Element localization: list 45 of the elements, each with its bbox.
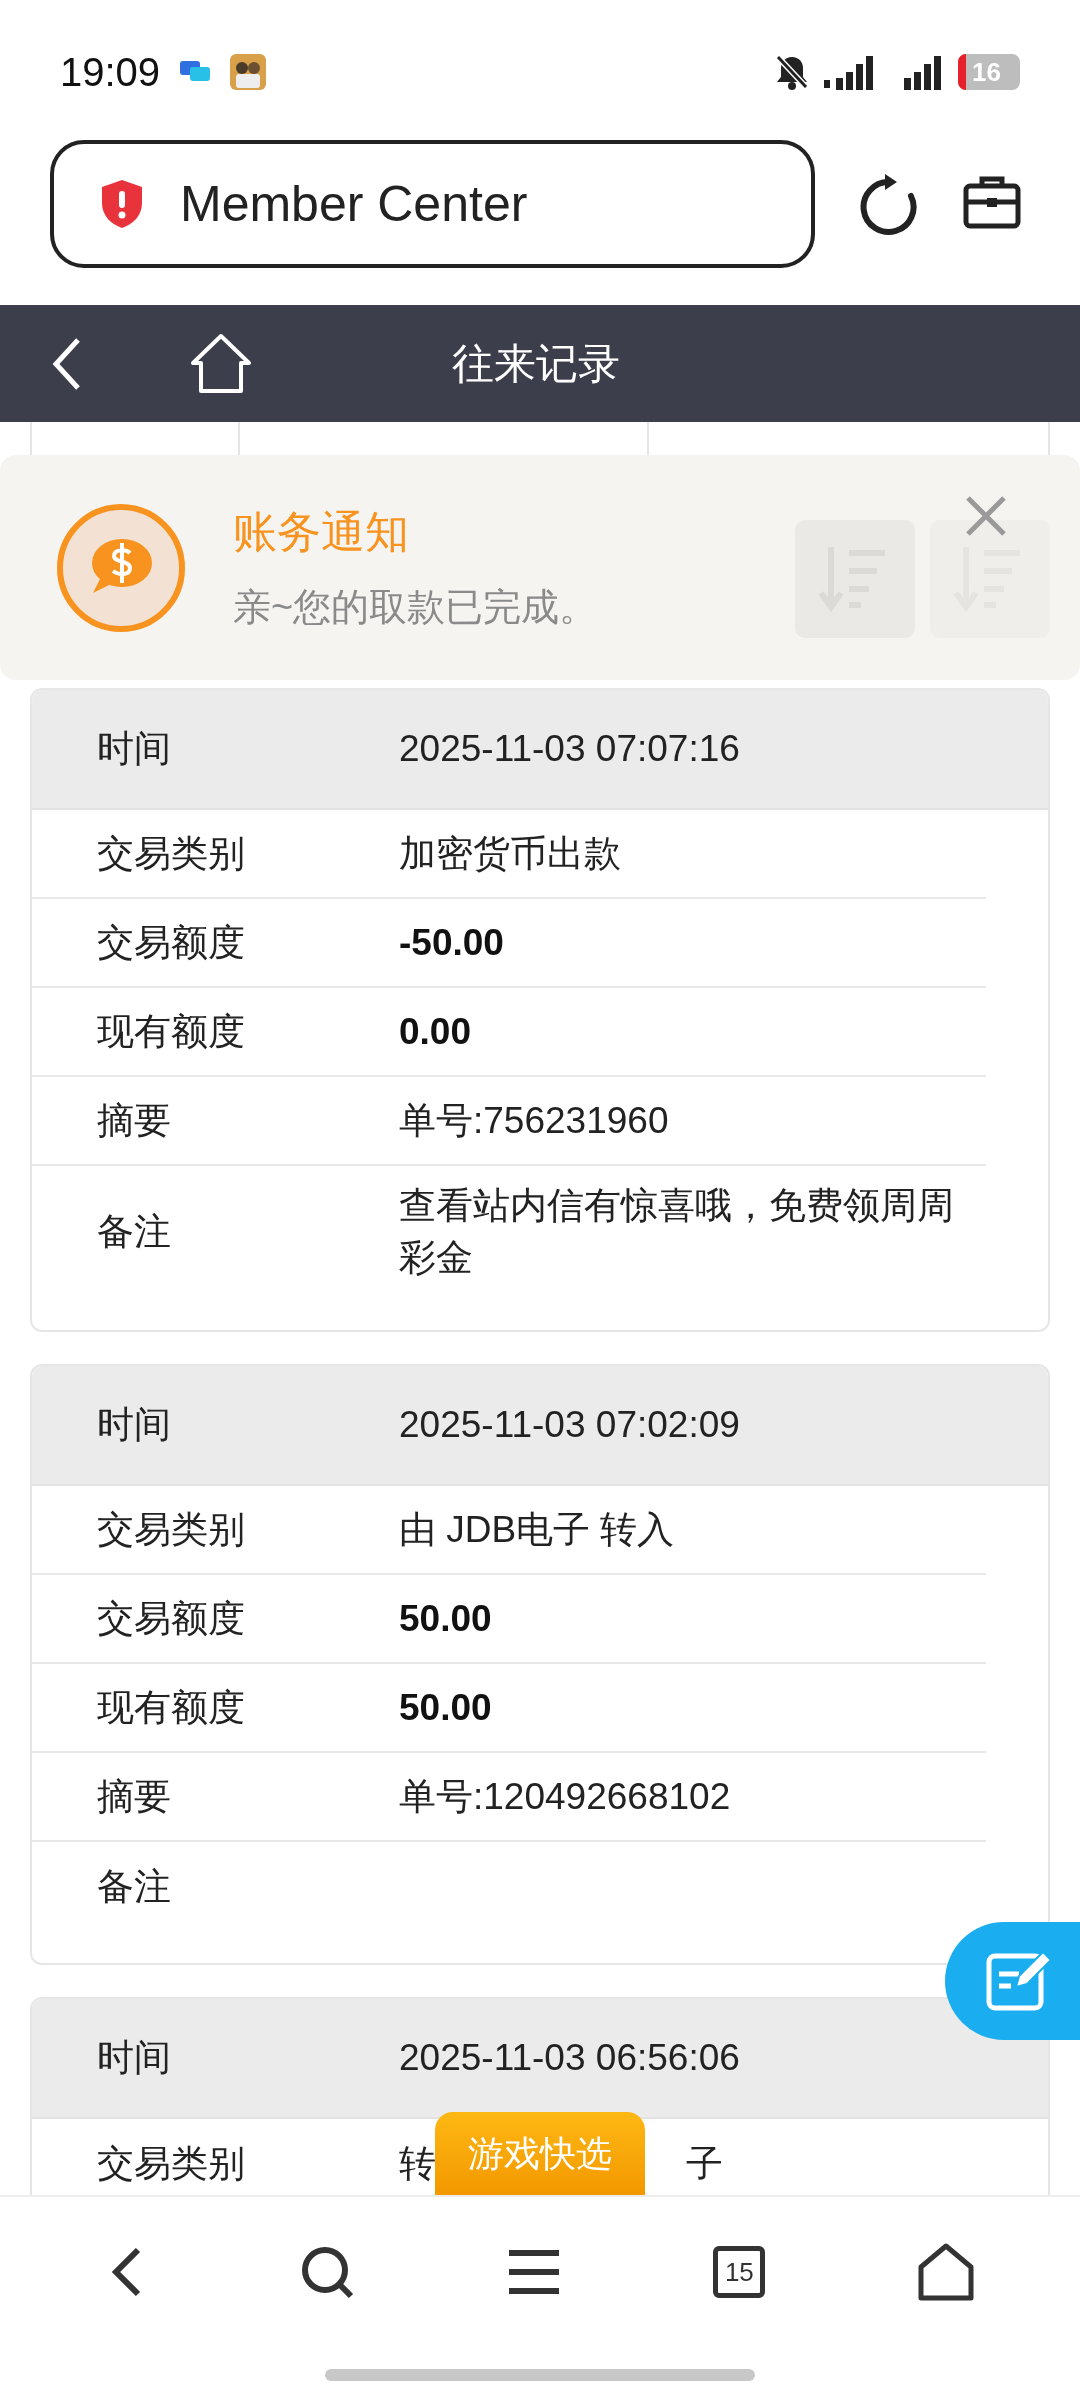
bell-off-icon [774,53,810,91]
field-label: 交易类别 [97,831,246,876]
field-label: 时间 [97,1403,172,1448]
field-value: 转 [399,2141,436,2186]
header-title: 往来记录 [452,339,620,389]
field-label: 交易类别 [97,1507,246,1552]
tabs-counter[interactable]: 15 [713,2246,766,2298]
notification-message: 亲~您的取款已完成。 [233,585,598,630]
field-value: 子 [686,2141,723,2186]
time-value: 2025-11-03 07:02:09 [399,1403,740,1448]
clock: 19:09 [60,49,161,96]
game-app-icon [230,54,267,90]
amount-value: 50.00 [399,1596,492,1641]
amount-value: 0.00 [399,1009,471,1054]
field-label: 摘要 [97,1774,172,1819]
home-icon[interactable] [917,2243,974,2301]
time-value: 2025-11-03 06:56:06 [399,2036,740,2081]
field-value: 单号:120492668102 [399,1774,732,1819]
menu-icon[interactable] [506,2249,561,2295]
field-label: 备注 [97,1864,172,1909]
briefcase-icon[interactable] [963,174,1021,230]
home-button[interactable] [190,331,254,396]
field-value: 加密货币出款 [399,831,622,876]
close-icon[interactable] [965,495,1007,537]
battery-indicator: 16 [958,54,1020,90]
notification-title: 账务通知 [233,506,410,558]
field-label: 现有额度 [97,1009,246,1054]
amount-value: 50.00 [399,1685,492,1730]
field-label: 时间 [97,2036,172,2081]
field-label: 摘要 [97,1098,172,1143]
address-bar[interactable]: Member Center [50,140,815,268]
field-value: 由 JDB电子 转入 [399,1507,676,1552]
money-message-icon [56,502,186,633]
refresh-icon[interactable] [859,174,919,236]
field-value: 查看站内信有惊喜哦，免费领周周彩金 [399,1184,955,1280]
field-value: 单号:756231960 [399,1098,670,1143]
field-label: 现有额度 [97,1685,246,1730]
field-label: 交易额度 [97,920,246,965]
time-value: 2025-11-03 07:07:16 [399,727,740,772]
page-title: Member Center [180,174,528,234]
field-label: 交易类别 [97,2141,246,2186]
field-label: 交易额度 [97,1596,246,1641]
field-label: 时间 [97,727,172,772]
field-label: 备注 [97,1210,172,1255]
amount-value: -50.00 [399,920,504,965]
